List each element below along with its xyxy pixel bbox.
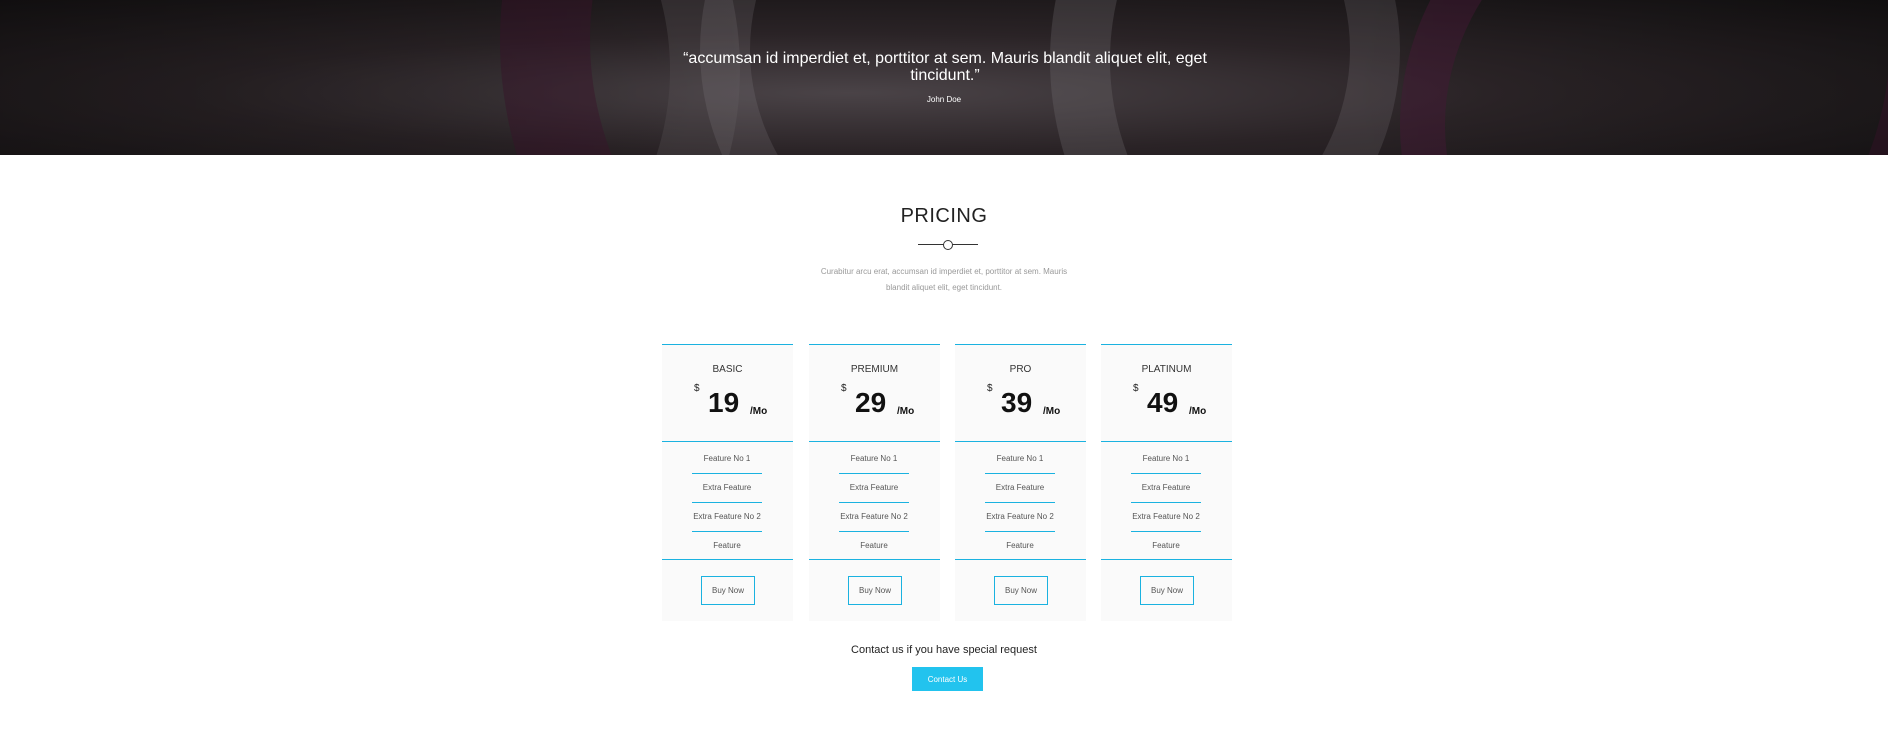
card-divider — [955, 441, 1086, 442]
plan-price: 19 — [708, 387, 740, 418]
feature-item: Feature No 1 — [839, 445, 909, 474]
buy-now-button[interactable]: Buy Now — [701, 576, 755, 605]
plan-price: 39 — [1001, 387, 1033, 418]
currency-symbol: $ — [841, 383, 847, 394]
price-period: /Mo — [897, 406, 915, 417]
pricing-card-platinum: PLATINUM $ 49 /Mo Feature No 1 Extra Fea… — [1101, 344, 1232, 621]
feature-item: Extra Feature No 2 — [839, 503, 909, 532]
plan-name: PREMIUM — [850, 364, 899, 375]
currency-symbol: $ — [987, 383, 993, 394]
feature-item: Feature — [713, 541, 741, 550]
currency-symbol: $ — [1133, 383, 1139, 394]
feature-item: Feature No 1 — [985, 445, 1055, 474]
plan-price: 49 — [1147, 387, 1179, 418]
section-title: PRICING — [900, 205, 988, 227]
currency-symbol: $ — [694, 383, 700, 394]
feature-item: Extra Feature — [1131, 474, 1201, 503]
section-subtitle: Curabitur arcu erat, accumsan id imperdi… — [820, 267, 1068, 292]
price-period: /Mo — [1189, 406, 1207, 417]
circle-icon — [943, 240, 953, 250]
feature-item: Extra Feature — [692, 474, 762, 503]
plan-name: PLATINUM — [1141, 364, 1192, 375]
feature-item: Extra Feature No 2 — [692, 503, 762, 532]
plan-name: BASIC — [712, 364, 743, 375]
card-divider — [1101, 441, 1232, 442]
feature-item: Extra Feature No 2 — [985, 503, 1055, 532]
feature-item: Feature No 1 — [692, 445, 762, 474]
pricing-card-pro: PRO $ 39 /Mo Feature No 1 Extra Feature … — [955, 344, 1086, 621]
testimonial-author: John Doe — [926, 95, 962, 104]
feature-item: Feature — [860, 541, 888, 550]
testimonial-banner: “accumsan id imperdiet et, porttitor at … — [0, 0, 1888, 155]
contact-us-button[interactable]: Contact Us — [912, 667, 983, 691]
buy-now-button[interactable]: Buy Now — [848, 576, 902, 605]
feature-item: Extra Feature No 2 — [1131, 503, 1201, 532]
plan-price: 29 — [855, 387, 887, 418]
feature-item: Extra Feature — [985, 474, 1055, 503]
title-divider — [918, 240, 978, 250]
price-period: /Mo — [1043, 406, 1061, 417]
contact-prompt: Contact us if you have special request — [851, 644, 1037, 656]
pricing-card-premium: PREMIUM $ 29 /Mo Feature No 1 Extra Feat… — [809, 344, 940, 621]
card-divider — [809, 559, 940, 560]
card-divider — [955, 559, 1086, 560]
card-divider — [662, 559, 793, 560]
price-period: /Mo — [750, 406, 768, 417]
feature-item: Feature — [1006, 541, 1034, 550]
feature-item: Feature — [1152, 541, 1180, 550]
buy-now-button[interactable]: Buy Now — [1140, 576, 1194, 605]
card-divider — [1101, 559, 1232, 560]
feature-item: Extra Feature — [839, 474, 909, 503]
feature-item: Feature No 1 — [1131, 445, 1201, 474]
plan-name: PRO — [1009, 364, 1032, 375]
pricing-card-basic: BASIC $ 19 /Mo Feature No 1 Extra Featur… — [662, 344, 793, 621]
buy-now-button[interactable]: Buy Now — [994, 576, 1048, 605]
card-divider — [809, 441, 940, 442]
card-divider — [662, 441, 793, 442]
testimonial-quote: “accumsan id imperdiet et, porttitor at … — [683, 50, 1207, 84]
